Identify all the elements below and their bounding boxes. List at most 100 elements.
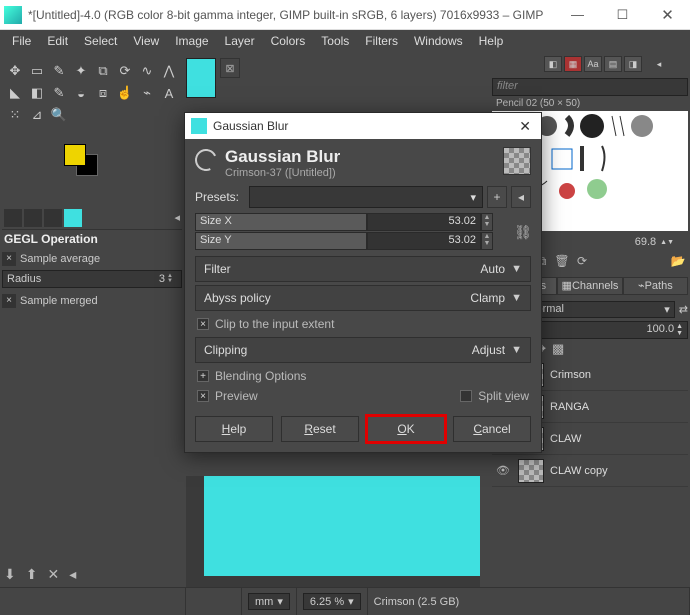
visibility-icon[interactable]: 👁 xyxy=(496,464,512,477)
rdock-tab-3[interactable]: Aa xyxy=(584,56,602,72)
clipping-row[interactable]: Clipping Adjust ▼ xyxy=(195,337,531,363)
menu-tools[interactable]: Tools xyxy=(315,32,355,50)
menu-help[interactable]: Help xyxy=(473,32,510,50)
clip-input-checkbox[interactable]: × xyxy=(197,318,209,330)
presets-select[interactable]: ▾ xyxy=(249,186,483,208)
dock-tab-2[interactable] xyxy=(24,209,42,227)
rdock-menu-icon[interactable]: ◂ xyxy=(650,56,668,72)
zoom-tool-icon[interactable]: 🔍 xyxy=(48,104,70,126)
maximize-button[interactable]: ☐ xyxy=(600,0,645,30)
measure-tool-icon[interactable]: ⊿ xyxy=(26,104,48,126)
canvas-view[interactable] xyxy=(186,476,480,588)
sample-average-toggle[interactable]: × xyxy=(2,252,16,266)
size-y-spinner[interactable]: ▲▼ xyxy=(481,232,493,250)
smudge-tool-icon[interactable]: ☝ xyxy=(114,82,136,104)
close-button[interactable]: ✕ xyxy=(645,0,690,30)
move-tool-icon[interactable]: ✥ xyxy=(4,60,26,82)
delete-preset-icon[interactable]: ✕ xyxy=(47,566,59,583)
fuzzy-select-tool-icon[interactable]: ✦ xyxy=(70,60,92,82)
brush-open-icon[interactable]: 📂 xyxy=(670,253,686,269)
preview-label: Preview xyxy=(215,389,258,403)
eraser-tool-icon[interactable]: ◒ xyxy=(70,82,92,104)
preview-checkbox[interactable]: × xyxy=(197,390,209,402)
unit-select[interactable]: mm▾ xyxy=(248,593,290,610)
pencil-tool-icon[interactable]: ✎ xyxy=(48,82,70,104)
free-select-tool-icon[interactable]: ✎ xyxy=(48,60,70,82)
radius-label: Radius xyxy=(7,273,41,285)
dock-tab-1[interactable] xyxy=(4,209,22,227)
menu-windows[interactable]: Windows xyxy=(408,32,469,50)
menu-colors[interactable]: Colors xyxy=(265,32,312,50)
filter-row[interactable]: Filter Auto ▼ xyxy=(195,256,531,282)
restore-preset-icon[interactable]: ⬆ xyxy=(26,566,38,583)
zoom-select[interactable]: 6.25 %▾ xyxy=(303,593,361,610)
layer-row[interactable]: 👁 CLAW copy xyxy=(492,455,688,487)
size-x-spinner[interactable]: ▲▼ xyxy=(481,213,493,231)
warp-tool-icon[interactable]: ∿ xyxy=(136,60,158,82)
tab-paths[interactable]: ⌁Paths xyxy=(623,277,688,295)
dock-menu-icon[interactable]: ◂ xyxy=(174,211,180,224)
tab-channels[interactable]: ▦Channels xyxy=(557,277,622,295)
clone-tool-icon[interactable]: ⧈ xyxy=(92,82,114,104)
image-tab[interactable]: ⊠ xyxy=(186,58,240,106)
fg-color-swatch[interactable] xyxy=(64,144,86,166)
bucket-tool-icon[interactable]: ◣ xyxy=(4,82,26,104)
menu-file[interactable]: File xyxy=(6,32,37,50)
dock-tab-3[interactable] xyxy=(44,209,62,227)
dialog-titlebar[interactable]: Gaussian Blur ✕ xyxy=(185,113,541,139)
lock-alpha-icon[interactable]: ▩ xyxy=(552,341,564,357)
split-view-checkbox[interactable] xyxy=(460,390,472,402)
sample-average-label: Sample average xyxy=(20,253,100,265)
help-button[interactable]: Help xyxy=(195,416,273,442)
rotate-tool-icon[interactable]: ⟳ xyxy=(114,60,136,82)
text-tool-icon[interactable]: ⋀ xyxy=(158,60,180,82)
canvas-image[interactable] xyxy=(204,476,480,576)
save-preset-icon[interactable]: ⬇ xyxy=(4,566,16,583)
mode-switch-icon[interactable]: ⇄ xyxy=(679,303,688,316)
menu-filters[interactable]: Filters xyxy=(359,32,404,50)
mode-select[interactable]: Normal▾ xyxy=(524,301,675,318)
preset-add-icon[interactable]: + xyxy=(487,186,507,208)
reset-button[interactable]: Reset xyxy=(281,416,359,442)
brush-name-label: Pencil 02 (50 × 50) xyxy=(492,96,688,111)
gradient-tool-icon[interactable]: ◧ xyxy=(26,82,48,104)
cancel-button[interactable]: Cancel xyxy=(453,416,531,442)
dialog-close-icon[interactable]: ✕ xyxy=(515,118,535,135)
rdock-tab-1[interactable]: ◧ xyxy=(544,56,562,72)
brush-del-icon[interactable]: 🗑 xyxy=(554,253,570,269)
menu-select[interactable]: Select xyxy=(78,32,123,50)
menu-layer[interactable]: Layer xyxy=(219,32,261,50)
image-tab-close-icon[interactable]: ⊠ xyxy=(220,58,240,78)
brush-refresh-icon[interactable]: ⟳ xyxy=(574,253,590,269)
abyss-row[interactable]: Abyss policy Clamp ▼ xyxy=(195,285,531,311)
rdock-tab-2[interactable]: ▦ xyxy=(564,56,582,72)
rect-select-tool-icon[interactable]: ▭ xyxy=(26,60,48,82)
sample-merged-toggle[interactable]: × xyxy=(2,294,16,308)
reset-preset-icon[interactable]: ◂ xyxy=(69,566,76,583)
blending-row[interactable]: + Blending Options xyxy=(185,366,541,386)
radius-field[interactable]: Radius 3 ▲▼ xyxy=(2,270,182,288)
rdock-tab-5[interactable]: ◨ xyxy=(624,56,642,72)
minimize-button[interactable]: — xyxy=(555,0,600,30)
clip-input-label: Clip to the input extent xyxy=(215,317,334,331)
dock-tab-4[interactable] xyxy=(64,209,82,227)
size-x-input[interactable]: 53.02 xyxy=(367,213,481,231)
link-sizes-icon[interactable]: ⛓ xyxy=(515,224,531,241)
crop-tool-icon[interactable]: ⧉ xyxy=(92,60,114,82)
blending-expand-icon[interactable]: + xyxy=(197,370,209,382)
radius-spinner[interactable]: ▲▼ xyxy=(167,274,177,284)
menu-view[interactable]: View xyxy=(127,32,165,50)
rdock-tab-4[interactable]: ▤ xyxy=(604,56,622,72)
text2-tool-icon[interactable]: A xyxy=(158,82,180,104)
menu-image[interactable]: Image xyxy=(169,32,214,50)
menu-edit[interactable]: Edit xyxy=(41,32,74,50)
color-swatches[interactable] xyxy=(64,144,104,184)
clipping-label: Clipping xyxy=(204,343,247,357)
brush-filter-input[interactable]: filter xyxy=(492,78,688,96)
picker-tool-icon[interactable]: ⁙ xyxy=(4,104,26,126)
ok-button[interactable]: OK xyxy=(367,416,445,442)
preset-menu-icon[interactable]: ◂ xyxy=(511,186,531,208)
size-y-input[interactable]: 53.02 xyxy=(367,232,481,250)
path-tool-icon[interactable]: ⌁ xyxy=(136,82,158,104)
right-dock-tabs: ◧ ▦ Aa ▤ ◨ ◂ xyxy=(492,56,688,76)
